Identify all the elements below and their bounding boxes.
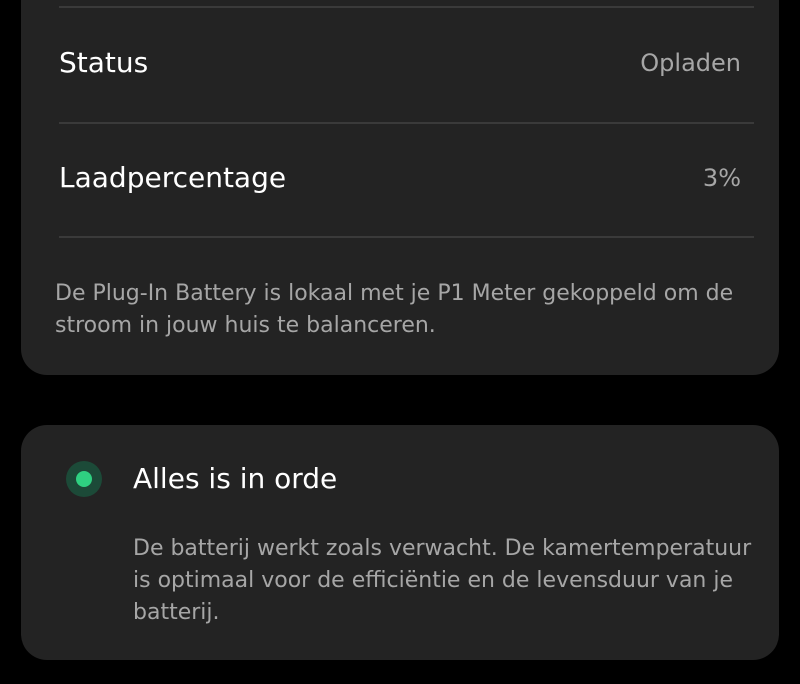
charge-percentage-value: 3% [702,164,741,192]
battery-details-card: Status Opladen Laadpercentage 3% De Plug… [21,0,779,375]
status-label: Status [59,46,149,79]
divider [59,122,754,124]
divider [59,236,754,238]
divider [59,6,754,8]
health-status-description: De batterij werkt zoals verwacht. De kam… [133,536,752,625]
status-ok-dot-icon [66,461,102,497]
health-status-title: Alles is in orde [133,462,338,495]
battery-health-card: Alles is in orde De batterij werkt zoals… [21,425,779,660]
charge-percentage-label: Laadpercentage [59,161,287,194]
status-value: Opladen [640,49,741,77]
battery-info-text: De Plug-In Battery is lokaal met je P1 M… [55,281,734,338]
